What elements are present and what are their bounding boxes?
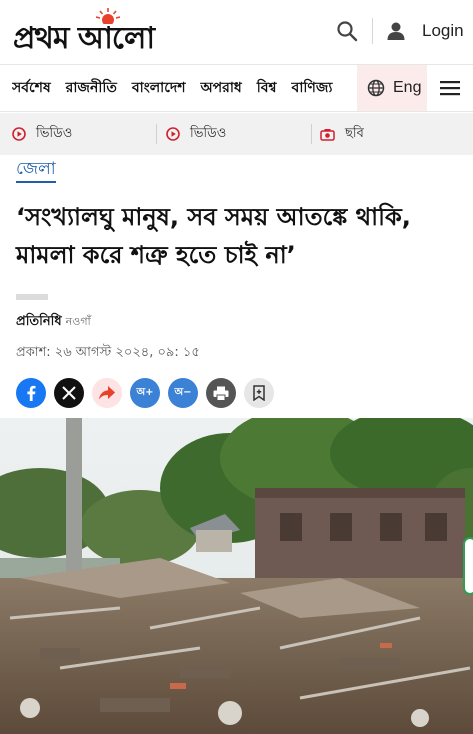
search-button[interactable] [336, 20, 358, 42]
author-location: নওগাঁ [65, 315, 91, 328]
media-divider [311, 124, 312, 144]
x-icon [62, 386, 76, 400]
nav-item-world[interactable]: বিশ্ব [257, 76, 277, 100]
x-share-button[interactable] [54, 378, 84, 408]
play-circle-icon [12, 127, 26, 141]
bookmark-button[interactable] [244, 378, 274, 408]
play-circle-icon [166, 127, 180, 141]
camera-icon [320, 128, 335, 141]
author-name[interactable]: প্রতিনিধি [16, 312, 62, 333]
user-icon [387, 22, 405, 40]
media-label: ভিডিও [190, 125, 227, 141]
font-decrease-button[interactable]: অ− [168, 378, 198, 408]
nav-item-crime[interactable]: অপরাধ [200, 76, 241, 100]
main-nav: সর্বশেষ রাজনীতি বাংলাদেশ অপরাধ বিশ্ব বাণ… [0, 64, 473, 112]
nav-item-business[interactable]: বাণিজ্য [292, 76, 333, 100]
media-label: ছবি [345, 125, 364, 141]
bookmark-icon [253, 385, 265, 401]
nav-item-politics[interactable]: রাজনীতি [66, 76, 117, 100]
publish-date: প্রকাশ: ২৬ আগস্ট ২০২৪, ০৯: ১৫ [16, 345, 200, 360]
logo-wordmark: প্রথম আলো [13, 21, 155, 56]
print-button[interactable] [206, 378, 236, 408]
facebook-icon [27, 385, 36, 401]
menu-button[interactable] [427, 65, 473, 111]
share-arrow-icon [99, 386, 115, 400]
collapsed-house-photo [0, 418, 473, 734]
media-item-video-2[interactable]: ভিডিও [166, 113, 226, 155]
login-button[interactable]: Login [386, 16, 464, 46]
language-label: Eng [393, 79, 422, 96]
font-increase-button[interactable]: অ+ [130, 378, 160, 408]
header-divider [372, 18, 373, 44]
font-increase-label: অ+ [136, 386, 154, 398]
nav-item-latest[interactable]: সর্বশেষ [12, 76, 51, 100]
divider-bar [16, 294, 48, 300]
site-logo[interactable]: প্রথম আলো [13, 6, 185, 56]
site-header: প্রথম আলো Login [0, 0, 473, 64]
font-decrease-label: অ− [174, 386, 192, 398]
byline: প্রতিনিধি নওগাঁ [16, 312, 91, 333]
printer-icon [213, 386, 229, 401]
login-label: Login [422, 21, 464, 40]
globe-icon [367, 79, 385, 97]
media-item-video-1[interactable]: ভিডিও [12, 113, 72, 155]
nav-item-bangladesh[interactable]: বাংলাদেশ [132, 76, 186, 100]
media-strip: ভিডিও ভিডিও ছবি [0, 113, 473, 155]
floating-feedback-widget[interactable] [463, 537, 473, 595]
media-divider [156, 124, 157, 144]
facebook-share-button[interactable] [16, 378, 46, 408]
media-item-photo[interactable]: ছবি [320, 113, 364, 155]
language-switch-button[interactable]: Eng [357, 65, 427, 111]
search-icon [337, 21, 358, 42]
media-label: ভিডিও [36, 125, 73, 141]
share-button[interactable] [92, 378, 122, 408]
nav-items: সর্বশেষ রাজনীতি বাংলাদেশ অপরাধ বিশ্ব বাণ… [12, 65, 358, 111]
article-photo[interactable] [0, 418, 473, 734]
article-headline: ‘সংখ্যালঘু মানুষ, সব সময় আতঙ্কে থাকি, ম… [16, 203, 411, 269]
section-link[interactable]: জেলা [16, 158, 56, 183]
hamburger-icon [440, 81, 460, 96]
